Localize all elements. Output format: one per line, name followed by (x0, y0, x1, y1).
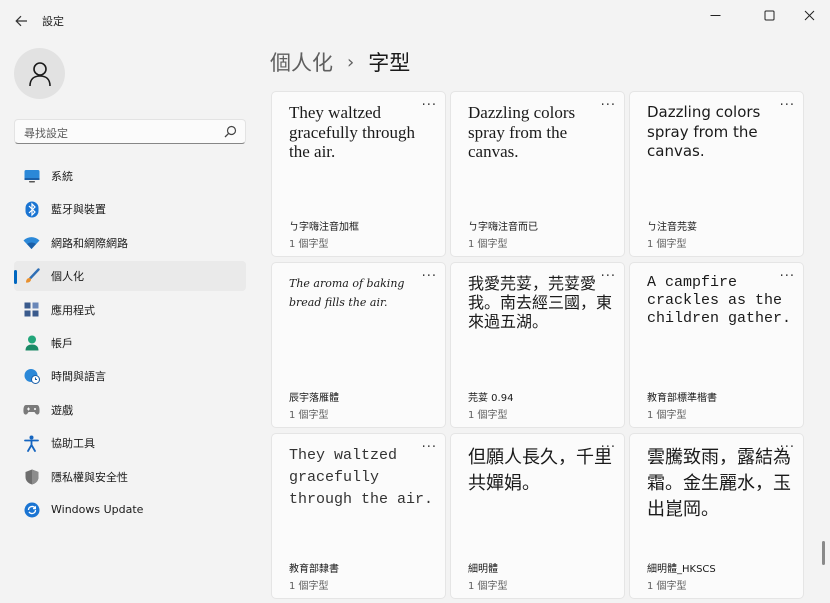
person-icon (28, 61, 51, 86)
sidebar-item-privacy-security[interactable]: 隱私權與安全性 (14, 462, 246, 492)
sidebar-nav: 系統 藍牙與裝置 網路和網際網路 個人化 應用程式 帳戶 時間與語言 遊戲 協助… (14, 161, 246, 528)
breadcrumb-parent[interactable]: 個人化 (270, 47, 333, 77)
font-grid: ··· They waltzed gracefully through the … (271, 91, 804, 599)
globe-clock-icon (23, 368, 40, 385)
font-count: 1 個字型 (468, 239, 508, 250)
sidebar-item-system[interactable]: 系統 (14, 161, 246, 191)
sidebar-item-label: 個人化 (51, 270, 84, 284)
sidebar-item-label: 應用程式 (51, 303, 95, 317)
sidebar-item-accessibility[interactable]: 協助工具 (14, 428, 246, 458)
account-icon (23, 334, 40, 351)
font-name: 細明體_HKSCS (647, 564, 716, 575)
font-card[interactable]: ··· The aroma of baking bread fills the … (271, 262, 446, 428)
font-name: 教育部隸書 (289, 564, 339, 575)
font-preview: A campfire crackles as the children gath… (647, 274, 792, 327)
back-button[interactable] (8, 8, 34, 34)
font-count: 1 個字型 (289, 410, 329, 421)
monitor-icon (23, 168, 40, 185)
font-card[interactable]: ··· A campfire crackles as the children … (629, 262, 804, 428)
font-count: 1 個字型 (289, 239, 329, 250)
shield-icon (23, 468, 40, 485)
sidebar-item-label: 藍牙與裝置 (51, 203, 106, 217)
sidebar-item-apps[interactable]: 應用程式 (14, 295, 246, 325)
font-card[interactable]: ··· 雲騰致雨，露結為霜。金生麗水，玉出崑岡。 細明體_HKSCS 1 個字型 (629, 433, 804, 599)
font-count: 1 個字型 (468, 410, 508, 421)
update-icon (23, 501, 40, 518)
font-preview: They waltzed gracefully through the air. (289, 103, 416, 161)
sidebar-item-label: 協助工具 (51, 437, 95, 451)
search-input[interactable]: 尋找設定 (24, 125, 68, 141)
breadcrumb: 個人化 › 字型 (270, 47, 410, 77)
font-card[interactable]: ··· They waltzed gracefully through the … (271, 433, 446, 599)
app-title: 設定 (42, 15, 64, 28)
font-preview: They waltzed gracefully through the air. (289, 447, 434, 508)
sidebar-item-accounts[interactable]: 帳戶 (14, 328, 246, 358)
back-arrow-icon (14, 15, 27, 27)
font-preview: Dazzling colors spray from the canvas. (468, 103, 576, 161)
font-count: 1 個字型 (647, 410, 687, 421)
sidebar-item-network[interactable]: 網路和網際網路 (14, 228, 246, 258)
font-preview: The aroma of baking bread fills the air. (289, 277, 405, 309)
accessibility-icon (23, 435, 40, 452)
font-card[interactable]: ··· 但願人長久，千里共嬋娟。 細明體 1 個字型 (450, 433, 625, 599)
maximize-icon (764, 10, 774, 20)
bluetooth-icon (23, 201, 40, 218)
sidebar-item-label: 時間與語言 (51, 370, 106, 384)
font-preview: Dazzling colors spray from the canvas. (647, 103, 761, 160)
font-card[interactable]: ··· Dazzling colors spray from the canva… (629, 91, 804, 257)
font-name: ㄅ字嗨注音而已 (468, 222, 538, 233)
sidebar-item-windows-update[interactable]: Windows Update (14, 495, 246, 525)
scrollbar-thumb[interactable] (822, 541, 825, 565)
font-preview: 但願人長久，千里共嬋娟。 (468, 447, 612, 494)
user-avatar[interactable] (14, 48, 65, 99)
font-card[interactable]: ··· They waltzed gracefully through the … (271, 91, 446, 257)
font-name: 教育部標準楷書 (647, 393, 717, 404)
sidebar-item-time-language[interactable]: 時間與語言 (14, 361, 246, 391)
close-button[interactable] (786, 0, 830, 30)
sidebar-item-gaming[interactable]: 遊戲 (14, 395, 246, 425)
sidebar-item-label: 帳戶 (51, 336, 73, 350)
font-name: 細明體 (468, 564, 498, 575)
font-card[interactable]: ··· 我愛芫荽，芫荽愛我。南去經三國，東來過五湖。 芫荽 0.94 1 個字型 (450, 262, 625, 428)
paintbrush-icon (23, 268, 40, 285)
font-preview: 雲騰致雨，露結為霜。金生麗水，玉出崑岡。 (647, 447, 791, 520)
gamepad-icon (23, 401, 40, 418)
font-name: ㄅ字嗨注音加框 (289, 222, 359, 233)
font-count: 1 個字型 (289, 581, 329, 592)
font-preview: 我愛芫荽，芫荽愛我。南去經三國，東來過五湖。 (468, 274, 613, 331)
sidebar-item-label: Windows Update (51, 503, 144, 517)
page-title: 字型 (368, 51, 411, 75)
search-box[interactable]: 尋找設定 (14, 119, 246, 144)
sidebar-item-label: 遊戲 (51, 403, 73, 417)
title-bar: 設定 (0, 0, 830, 40)
font-count: 1 個字型 (647, 581, 687, 592)
wifi-icon (23, 234, 40, 251)
font-name: 辰宇落雁體 (289, 393, 339, 404)
font-name: ㄅ注音芫荽 (647, 222, 697, 233)
close-icon (804, 10, 814, 20)
apps-icon (23, 301, 40, 318)
minimize-icon (710, 14, 720, 16)
search-icon[interactable] (224, 125, 237, 138)
font-card[interactable]: ··· Dazzling colors spray from the canva… (450, 91, 625, 257)
sidebar-item-label: 網路和網際網路 (51, 236, 128, 250)
sidebar-item-personalization[interactable]: 個人化 (14, 261, 246, 292)
font-name: 芫荽 0.94 (468, 393, 514, 404)
sidebar-item-label: 隱私權與安全性 (51, 470, 128, 484)
sidebar-item-bluetooth[interactable]: 藍牙與裝置 (14, 194, 246, 224)
breadcrumb-separator: › (347, 51, 355, 73)
minimize-button[interactable] (692, 0, 738, 30)
font-count: 1 個字型 (468, 581, 508, 592)
sidebar-item-label: 系統 (51, 170, 73, 183)
font-count: 1 個字型 (647, 239, 687, 250)
